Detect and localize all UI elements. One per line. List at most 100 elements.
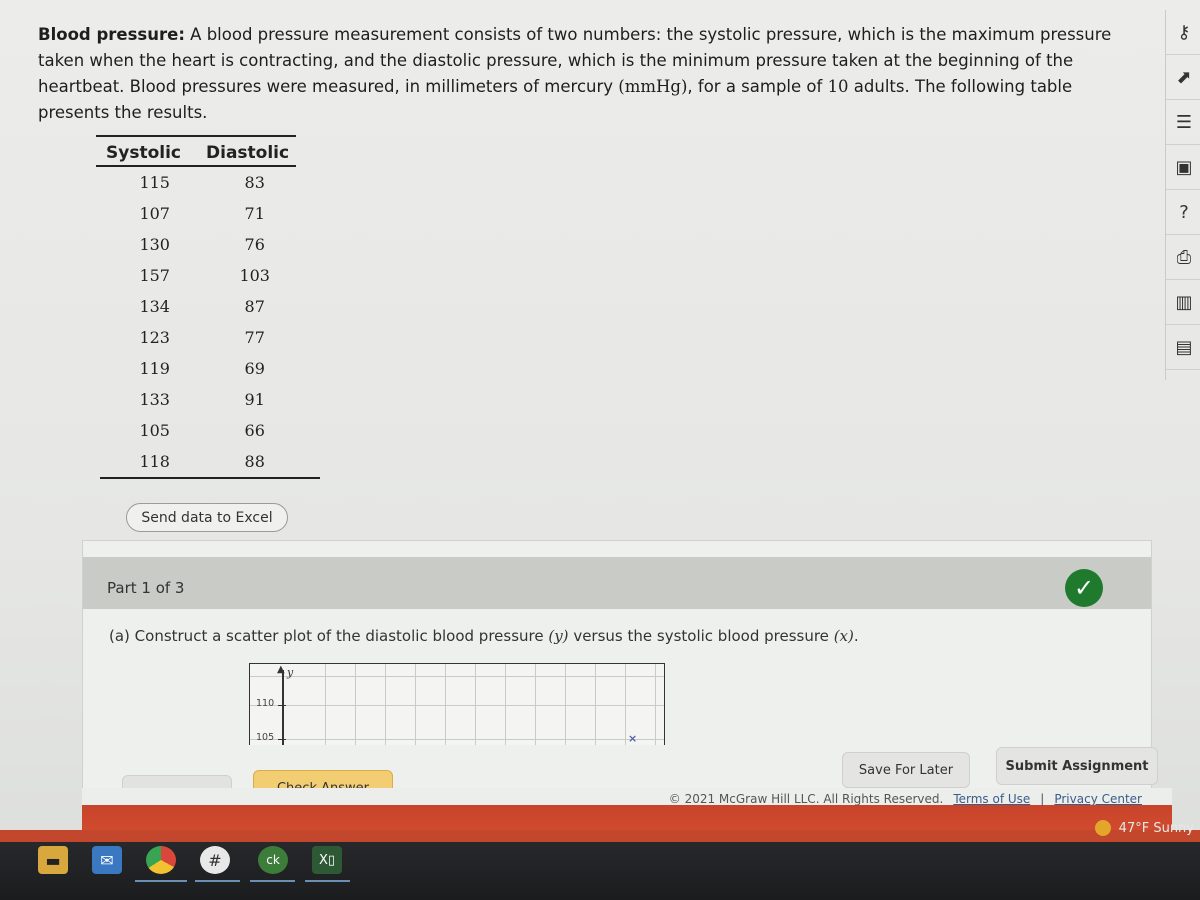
diastolic-cell: 103 [239, 266, 270, 285]
right-toolbar: ⚷ ⬈ ☰ ▣? ⎙ ▥ ▤ [1165, 10, 1200, 380]
table-row: 119 69 [96, 353, 296, 384]
chrome-icon[interactable] [146, 846, 176, 874]
weather-text: 47°F Sunny [1118, 820, 1194, 836]
grid-line-vertical [595, 664, 596, 745]
slack-icon[interactable]: # [200, 846, 230, 874]
table-row: 157 103 [96, 260, 296, 291]
systolic-cell: 118 [139, 452, 170, 471]
calculator-icon[interactable]: ▤ [1166, 325, 1200, 370]
file-explorer-icon[interactable]: ▬ [38, 846, 68, 874]
grid-line-vertical [355, 664, 356, 745]
submit-assignment-button[interactable]: Submit Assignment [996, 747, 1158, 785]
systolic-cell: 123 [139, 328, 170, 347]
diastolic-cell: 76 [244, 235, 265, 254]
page-bottom-strip [0, 830, 1200, 842]
footer: © 2021 McGraw Hill LLC. All Rights Reser… [82, 788, 1172, 830]
privacy-center-link[interactable]: Privacy Center [1054, 792, 1142, 806]
table-row: 134 87 [96, 291, 296, 322]
part-panel: Part 1 of 3 ✓ (a) Construct a scatter pl… [82, 540, 1152, 820]
hint-icon[interactable]: ☰ [1166, 100, 1200, 145]
taskbar: ▬ ✉ # ck X▯ [0, 830, 1200, 900]
y-tick-label-105: 105 [256, 732, 275, 743]
blood-pressure-table: Systolic Diastolic 115 83 107 71 130 76 157 103… [96, 135, 320, 479]
grid-line-vertical [475, 664, 476, 745]
question-suffix: . [853, 627, 859, 645]
mail-icon[interactable]: ✉ [92, 846, 122, 874]
systolic-cell: 107 [139, 204, 170, 223]
diastolic-cell: 87 [244, 297, 265, 316]
grid-line-horizontal [250, 676, 664, 677]
table-body: 115 83 107 71 130 76 157 103 134 87 123 77 119 69 133 9… [96, 167, 296, 477]
slack-active-indicator [195, 880, 240, 882]
diastolic-cell: 71 [244, 204, 265, 223]
grid-line-vertical [385, 664, 386, 745]
share-icon[interactable]: ⬈ [1166, 55, 1200, 100]
grid-line-vertical [535, 664, 536, 745]
grid-line-horizontal [250, 739, 664, 740]
table-row: 118 88 [96, 446, 296, 477]
excel-icon[interactable]: X▯ [312, 846, 342, 874]
part-label: Part 1 of 3 [107, 579, 185, 597]
weather-widget[interactable]: 47°F Sunny [1094, 820, 1194, 836]
systolic-cell: 119 [139, 359, 170, 378]
grid-line-vertical [625, 664, 626, 745]
systolic-cell: 134 [139, 297, 170, 316]
intro-heading: Blood pressure: [38, 25, 185, 44]
y-tick-label-110: 110 [256, 698, 275, 709]
grid-line-horizontal [250, 705, 664, 706]
table-header: Systolic Diastolic [96, 137, 296, 167]
header-systolic: Systolic [106, 143, 181, 163]
table-row: 105 66 [96, 415, 296, 446]
footer-links: © 2021 McGraw Hill LLC. All Rights Reser… [669, 792, 1142, 806]
key-icon[interactable]: ⚷ [1166, 10, 1200, 55]
grid-line-vertical [565, 664, 566, 745]
diastolic-cell: 91 [244, 390, 265, 409]
save-for-later-button[interactable]: Save For Later [842, 752, 970, 788]
systolic-cell: 105 [139, 421, 170, 440]
intro-unit: (mmHg) [618, 77, 688, 96]
scatter-plot-canvas[interactable]: ▲ y 110 105 × [249, 663, 665, 745]
citrix-icon[interactable]: ck [258, 846, 288, 874]
y-axis-arrow-icon: ▲ [277, 664, 285, 675]
diastolic-cell: 83 [244, 173, 265, 192]
header-diastolic: Diastolic [206, 143, 290, 163]
y-tick-105 [278, 739, 286, 741]
grid-line-vertical [445, 664, 446, 745]
diastolic-cell: 66 [244, 421, 265, 440]
table-row: 130 76 [96, 229, 296, 260]
intro-text-2: , for a sample of [687, 77, 828, 96]
question-mid: versus the systolic blood pressure [568, 627, 834, 645]
y-tick-110 [278, 705, 286, 707]
systolic-cell: 133 [139, 390, 170, 409]
systolic-cell: 115 [139, 173, 170, 192]
y-axis [282, 670, 284, 745]
copyright-text: © 2021 McGraw Hill LLC. All Rights Reser… [668, 792, 944, 806]
grid-line-vertical [415, 664, 416, 745]
table-row: 107 71 [96, 198, 296, 229]
table-bottom-rule [100, 477, 320, 479]
table-row: 115 83 [96, 167, 296, 198]
table-row: 133 91 [96, 384, 296, 415]
terms-of-use-link[interactable]: Terms of Use [953, 792, 1030, 806]
question-text: (a) Construct a scatter plot of the dias… [109, 627, 859, 645]
grid-line-vertical [655, 664, 656, 745]
send-to-excel-button[interactable]: Send data to Excel [126, 503, 288, 532]
chart-icon[interactable]: ▥ [1166, 280, 1200, 325]
sun-icon [1094, 820, 1111, 836]
ask-instructor-icon[interactable]: ? [1166, 190, 1200, 235]
clear-plot-icon[interactable]: × [628, 732, 637, 745]
excel-active-indicator [305, 880, 350, 882]
footer-separator: | [1040, 792, 1045, 806]
diastolic-cell: 69 [244, 359, 265, 378]
systolic-cell: 130 [139, 235, 170, 254]
ebook-icon[interactable]: ▣ [1166, 145, 1200, 190]
intro-sample-size: 10 [827, 77, 849, 96]
question-y-var: (y) [548, 627, 569, 645]
diastolic-cell: 77 [244, 328, 265, 347]
y-axis-label: y [287, 666, 294, 679]
diastolic-cell: 88 [244, 452, 265, 471]
correct-check-icon: ✓ [1065, 569, 1103, 607]
print-icon[interactable]: ⎙ [1166, 235, 1200, 280]
problem-intro: Blood pressure: A blood pressure measure… [38, 22, 1148, 126]
chrome-active-indicator [135, 880, 187, 882]
